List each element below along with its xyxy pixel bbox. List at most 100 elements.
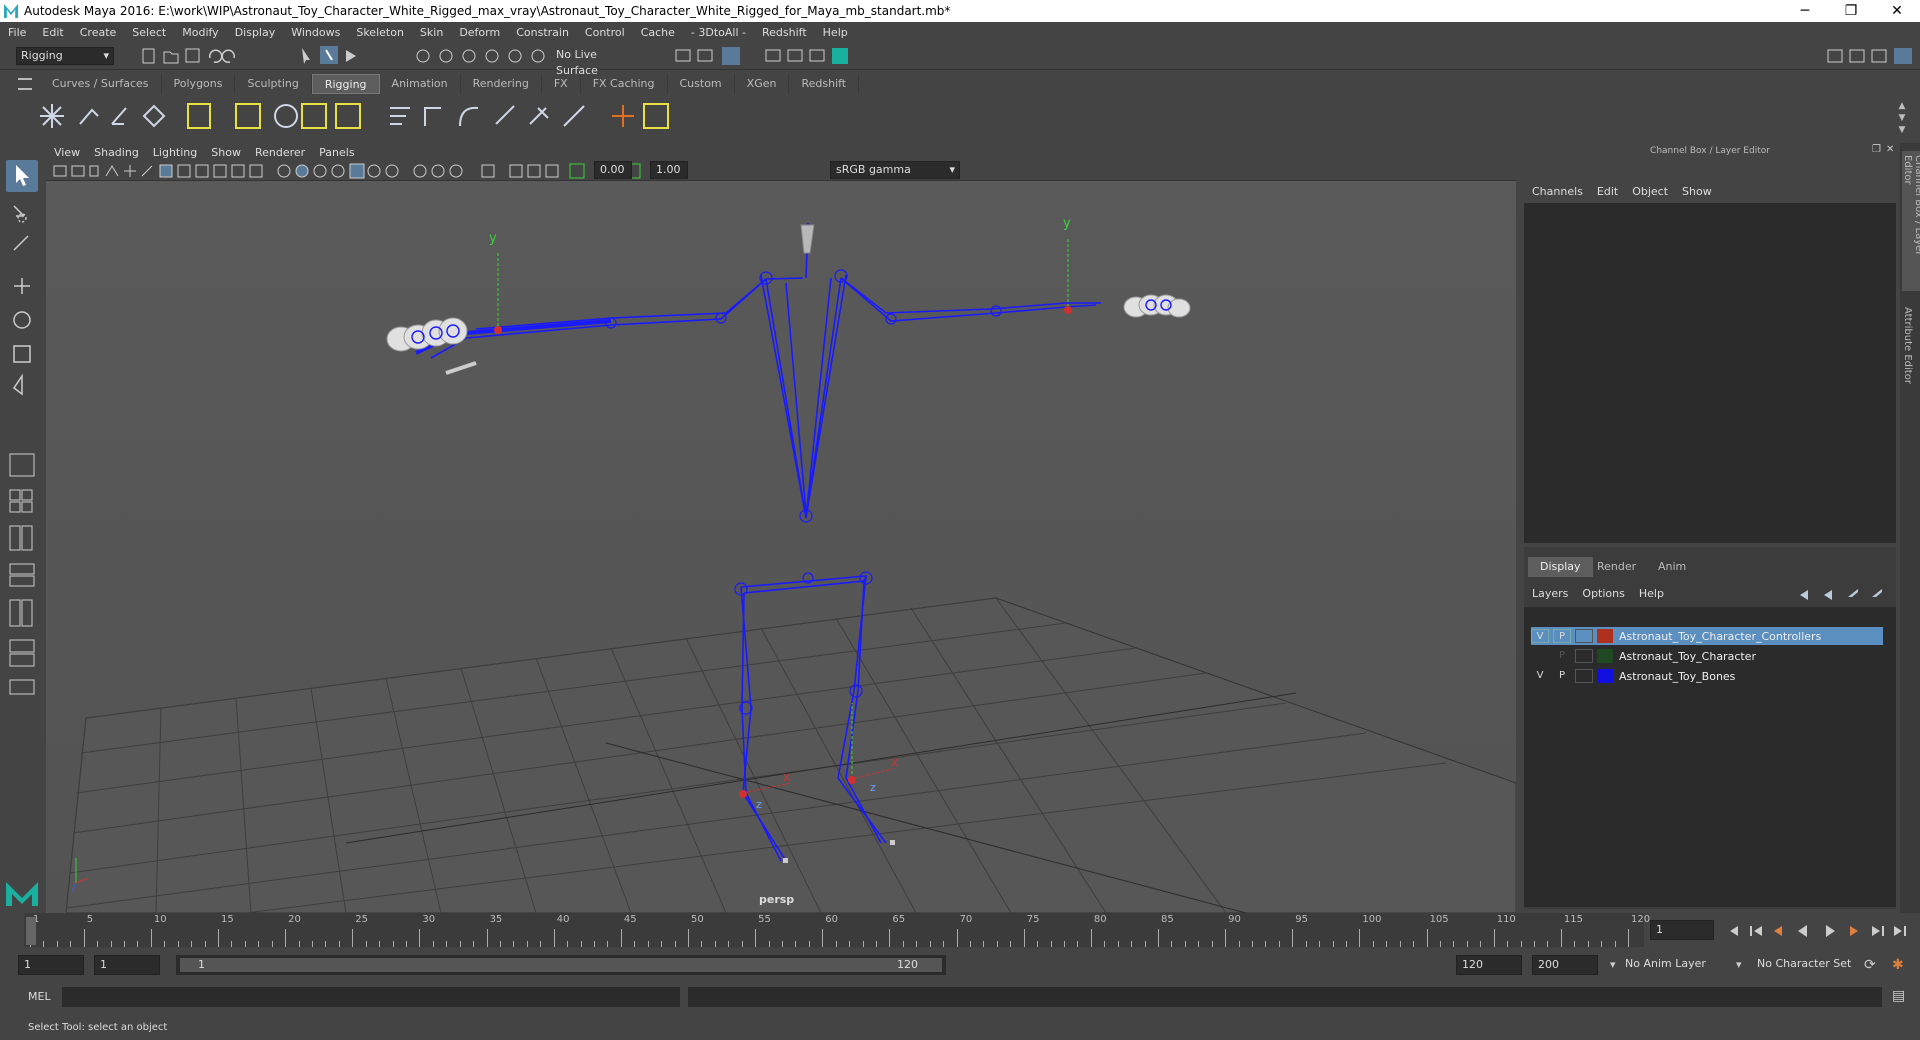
menu-deform[interactable]: Deform bbox=[459, 26, 500, 39]
layer-type-toggle[interactable] bbox=[1575, 669, 1593, 683]
mel-label[interactable]: MEL bbox=[28, 990, 51, 1003]
select-tool-button[interactable] bbox=[6, 160, 38, 192]
shelf-menu-icon[interactable] bbox=[18, 78, 32, 90]
viewport-menu-lighting[interactable]: Lighting bbox=[153, 146, 197, 159]
near-clip-field[interactable]: 0.00 bbox=[594, 161, 632, 179]
viewport-menu-show[interactable]: Show bbox=[211, 146, 241, 159]
layer-playback-toggle[interactable]: P bbox=[1553, 649, 1571, 663]
menu-cache[interactable]: Cache bbox=[641, 26, 675, 39]
layer-menu-help[interactable]: Help bbox=[1639, 587, 1664, 600]
preferences-icon[interactable]: ✱ bbox=[1892, 957, 1904, 973]
shelf-scroll-arrows[interactable]: ▲ ▼ ▼ bbox=[1896, 100, 1908, 136]
float-panel-icon[interactable]: ❐ bbox=[1872, 144, 1881, 155]
menu-file[interactable]: File bbox=[8, 26, 26, 39]
current-frame-field[interactable]: 1 bbox=[1650, 920, 1714, 940]
current-time-marker[interactable] bbox=[26, 917, 36, 945]
maya-home-icon[interactable] bbox=[4, 876, 40, 910]
viewport-menu-panels[interactable]: Panels bbox=[319, 146, 354, 159]
channel-box-menu-show[interactable]: Show bbox=[1682, 185, 1712, 198]
shelf-tab-polygons[interactable]: Polygons bbox=[162, 74, 236, 94]
layer-row-bones[interactable]: V P Astronaut_Toy_Bones bbox=[1531, 667, 1883, 685]
playback-end-field[interactable]: 120 bbox=[1456, 955, 1522, 975]
shelf-tab-custom[interactable]: Custom bbox=[668, 74, 735, 94]
shelf-tab-rendering[interactable]: Rendering bbox=[461, 74, 542, 94]
layout-buttons-icons[interactable] bbox=[8, 452, 36, 822]
layer-color-swatch[interactable] bbox=[1597, 669, 1613, 683]
menu-modify[interactable]: Modify bbox=[182, 26, 218, 39]
character-set-select[interactable]: No Character Set bbox=[1752, 955, 1862, 975]
close-panel-icon[interactable]: ✕ bbox=[1886, 144, 1894, 155]
viewport-menu-view[interactable]: View bbox=[54, 146, 80, 159]
menu-create[interactable]: Create bbox=[80, 26, 117, 39]
menu-select[interactable]: Select bbox=[132, 26, 166, 39]
menu-windows[interactable]: Windows bbox=[291, 26, 340, 39]
mel-input[interactable] bbox=[62, 987, 680, 1007]
tab-render[interactable]: Render bbox=[1585, 557, 1648, 577]
layer-menu-layers[interactable]: Layers bbox=[1532, 587, 1568, 600]
range-slider[interactable]: 1 120 bbox=[176, 955, 946, 975]
layer-name[interactable]: Astronaut_Toy_Character_Controllers bbox=[1619, 630, 1821, 643]
layer-visibility-toggle[interactable]: V bbox=[1531, 669, 1549, 683]
menu-3dtoall[interactable]: - 3DtoAll - bbox=[691, 26, 746, 39]
selection-snap-icons[interactable] bbox=[298, 46, 558, 66]
channel-box-menu-channels[interactable]: Channels bbox=[1532, 185, 1583, 198]
layer-type-toggle[interactable] bbox=[1575, 649, 1593, 663]
transform-tools-icons[interactable] bbox=[8, 200, 36, 450]
menu-skeleton[interactable]: Skeleton bbox=[356, 26, 404, 39]
shelf-tab-sculpting[interactable]: Sculpting bbox=[235, 74, 312, 94]
layer-playback-toggle[interactable]: P bbox=[1553, 629, 1571, 643]
anim-layer-select[interactable]: No Anim Layer bbox=[1620, 955, 1740, 975]
script-editor-icon[interactable]: ▤ bbox=[1892, 988, 1905, 1004]
restore-button[interactable]: ❐ bbox=[1828, 3, 1874, 19]
menu-redshift[interactable]: Redshift bbox=[762, 26, 807, 39]
tab-anim[interactable]: Anim bbox=[1646, 557, 1698, 577]
viewport-scene[interactable] bbox=[46, 143, 1516, 913]
viewport-menu-shading[interactable]: Shading bbox=[94, 146, 139, 159]
menu-help[interactable]: Help bbox=[823, 26, 848, 39]
viewport-toolbar-icons[interactable] bbox=[52, 163, 682, 179]
shelf-tab-fx[interactable]: FX bbox=[542, 74, 581, 94]
auto-key-icon[interactable]: ⟳ bbox=[1864, 957, 1876, 973]
color-space-select[interactable]: sRGB gamma ▾ bbox=[830, 161, 960, 179]
layer-color-swatch[interactable] bbox=[1597, 629, 1613, 643]
range-slider-handle-bar[interactable]: 1 120 bbox=[180, 958, 942, 972]
layer-visibility-toggle[interactable]: V bbox=[1531, 629, 1549, 643]
shelf-tab-xgen[interactable]: XGen bbox=[735, 74, 790, 94]
far-clip-field[interactable]: 1.00 bbox=[650, 161, 688, 179]
playback-controls[interactable] bbox=[1724, 922, 1914, 940]
layer-row-character[interactable]: P Astronaut_Toy_Character bbox=[1531, 647, 1883, 665]
shelf-tab-fx-caching[interactable]: FX Caching bbox=[581, 74, 668, 94]
layer-type-toggle[interactable] bbox=[1575, 629, 1593, 643]
channel-box-side-tab[interactable]: Channel Box / Layer Editor bbox=[1902, 151, 1920, 291]
time-slider[interactable]: 1 5 10 15 20 25 30 35 40 45 50 55 60 65 70 75 80 85 90 95 10… bbox=[24, 913, 1650, 947]
file-tools-icons[interactable] bbox=[140, 46, 270, 66]
minimize-button[interactable]: ─ bbox=[1782, 3, 1828, 19]
channel-box-menu-edit[interactable]: Edit bbox=[1597, 185, 1618, 198]
layer-color-swatch[interactable] bbox=[1597, 649, 1613, 663]
live-surface-field[interactable]: No Live Surface bbox=[552, 47, 642, 77]
menu-control[interactable]: Control bbox=[585, 26, 625, 39]
rigging-shelf-tools[interactable] bbox=[40, 96, 800, 136]
viewport-menu-renderer[interactable]: Renderer bbox=[255, 146, 305, 159]
mode-selector[interactable]: Rigging ▾ bbox=[16, 47, 114, 65]
layer-menu-options[interactable]: Options bbox=[1582, 587, 1624, 600]
shelf-tab-curves-surfaces[interactable]: Curves / Surfaces bbox=[40, 74, 162, 94]
shelf-tab-animation[interactable]: Animation bbox=[380, 74, 461, 94]
layer-row-controllers[interactable]: V P Astronaut_Toy_Character_Controllers bbox=[1531, 627, 1883, 645]
workspace-layout-icons[interactable] bbox=[1824, 46, 1916, 66]
playback-start-field[interactable]: 1 bbox=[94, 955, 160, 975]
channel-box-menu-object[interactable]: Object bbox=[1632, 185, 1668, 198]
layer-visibility-toggle[interactable] bbox=[1531, 649, 1549, 663]
close-button[interactable]: ✕ bbox=[1874, 3, 1920, 19]
layer-playback-toggle[interactable]: P bbox=[1553, 669, 1571, 683]
menu-display[interactable]: Display bbox=[235, 26, 276, 39]
shelf-tab-rigging[interactable]: Rigging bbox=[311, 74, 380, 94]
shelf-tab-redshift[interactable]: Redshift bbox=[789, 74, 860, 94]
perspective-viewport[interactable]: y y x x z z persp bbox=[46, 143, 1516, 913]
layer-name[interactable]: Astronaut_Toy_Bones bbox=[1619, 670, 1735, 683]
layer-action-icons[interactable] bbox=[1796, 587, 1896, 603]
menu-skin[interactable]: Skin bbox=[420, 26, 443, 39]
menu-edit[interactable]: Edit bbox=[42, 26, 63, 39]
menu-constrain[interactable]: Constrain bbox=[516, 26, 569, 39]
animation-start-field[interactable]: 1 bbox=[18, 955, 84, 975]
